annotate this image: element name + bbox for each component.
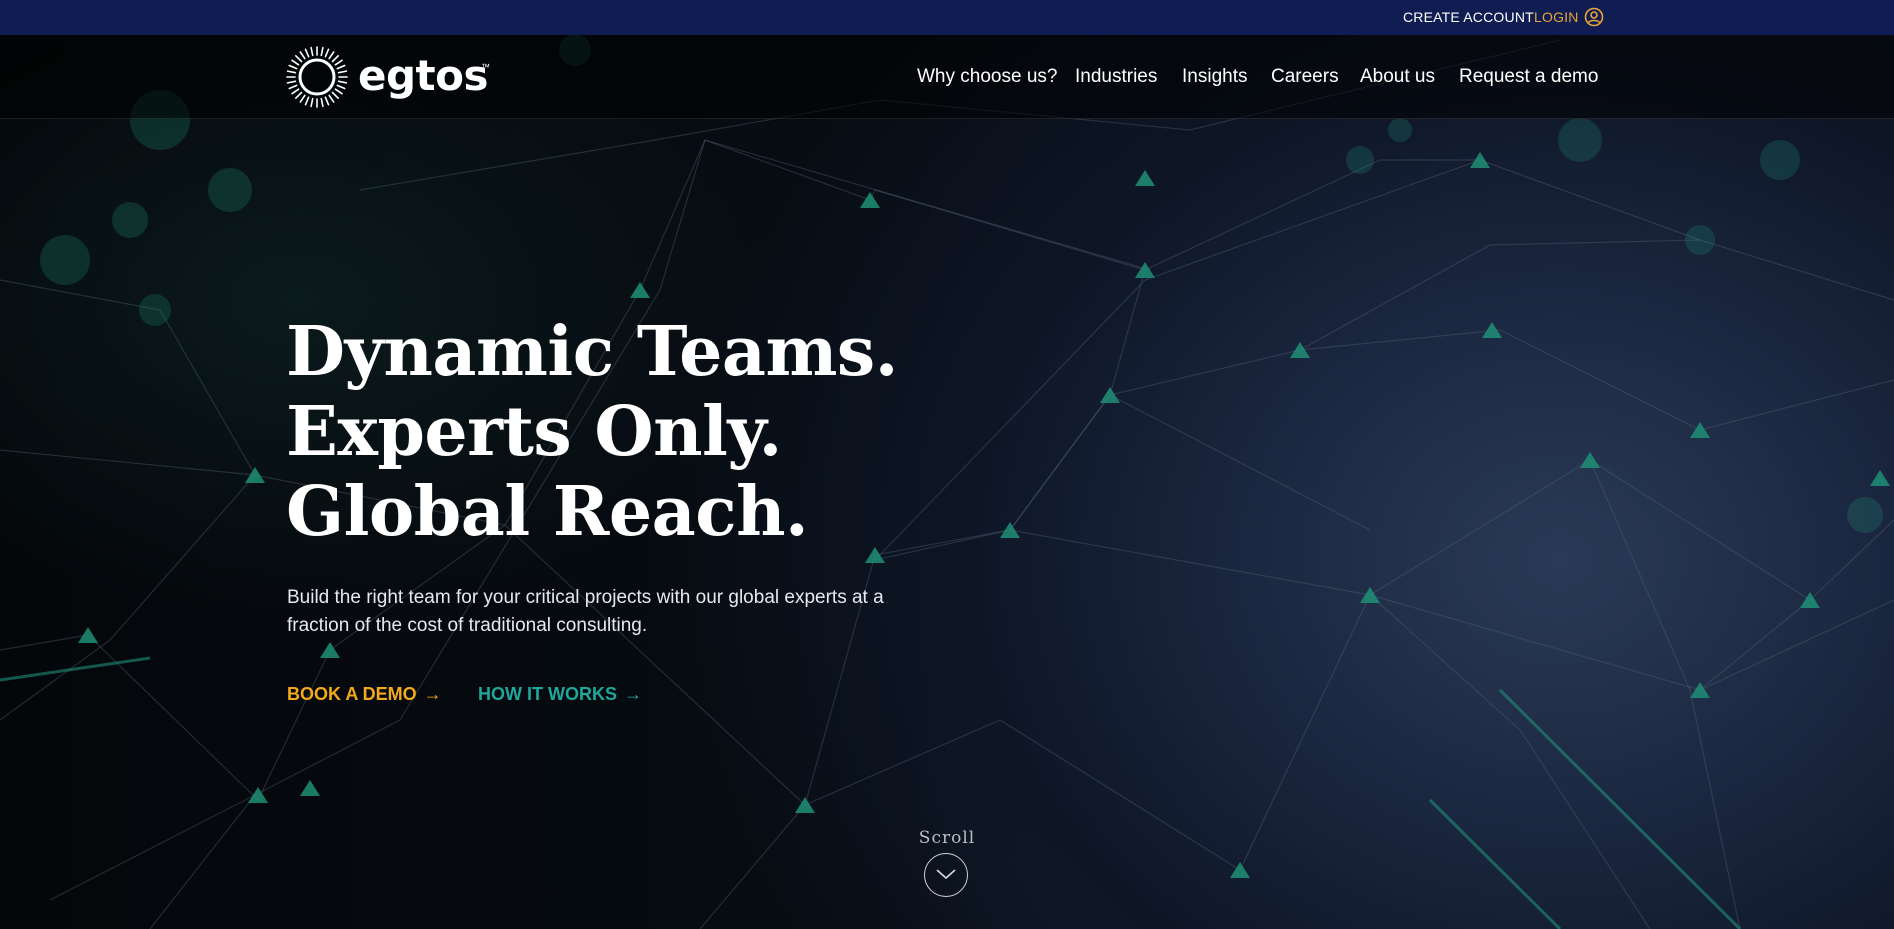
arrow-right-icon: → <box>623 684 642 704</box>
headline-line-1: Dynamic Teams. <box>286 312 898 392</box>
arrow-right-icon: → <box>423 684 442 704</box>
hero-subtext: Build the right team for your critical p… <box>287 587 884 636</box>
book-a-demo-label: BOOK A DEMO <box>287 684 417 704</box>
brand-name[interactable]: egtos <box>358 50 488 102</box>
network-graph-decoration <box>0 34 1894 929</box>
nav-industries[interactable]: Industries <box>1075 65 1157 89</box>
nav-request-a-demo[interactable]: Request a demo <box>1459 65 1598 89</box>
top-utility-bar: CREATE ACCOUNT LOGIN <box>0 0 1894 35</box>
nav-insights[interactable]: Insights <box>1182 65 1247 89</box>
how-it-works-label: HOW IT WORKS <box>478 684 617 704</box>
homepage: CREATE ACCOUNT LOGIN egtos ™ Why choose … <box>0 0 1894 929</box>
book-a-demo-button[interactable]: BOOK A DEMO → <box>287 682 442 706</box>
create-account-link[interactable]: CREATE ACCOUNT <box>1403 9 1534 25</box>
login-link[interactable]: LOGIN <box>1534 9 1579 25</box>
nav-why-choose-us[interactable]: Why choose us? <box>917 65 1057 89</box>
nav-about-us[interactable]: About us <box>1360 65 1435 89</box>
scroll-label: Scroll <box>918 828 976 848</box>
headline-line-3: Global Reach. <box>286 472 809 552</box>
trademark-symbol: ™ <box>481 62 490 72</box>
headline-line-2: Experts Only. <box>286 392 782 472</box>
nav-careers[interactable]: Careers <box>1271 65 1339 89</box>
egtos-logo-icon[interactable] <box>286 46 348 108</box>
how-it-works-button[interactable]: HOW IT WORKS → <box>478 682 642 706</box>
hero-headline: Dynamic Teams. Experts Only. Global Reac… <box>286 312 898 552</box>
chevron-down-icon <box>936 869 956 880</box>
scroll-down-button[interactable] <box>924 853 968 897</box>
user-circle-icon[interactable] <box>1584 7 1604 27</box>
